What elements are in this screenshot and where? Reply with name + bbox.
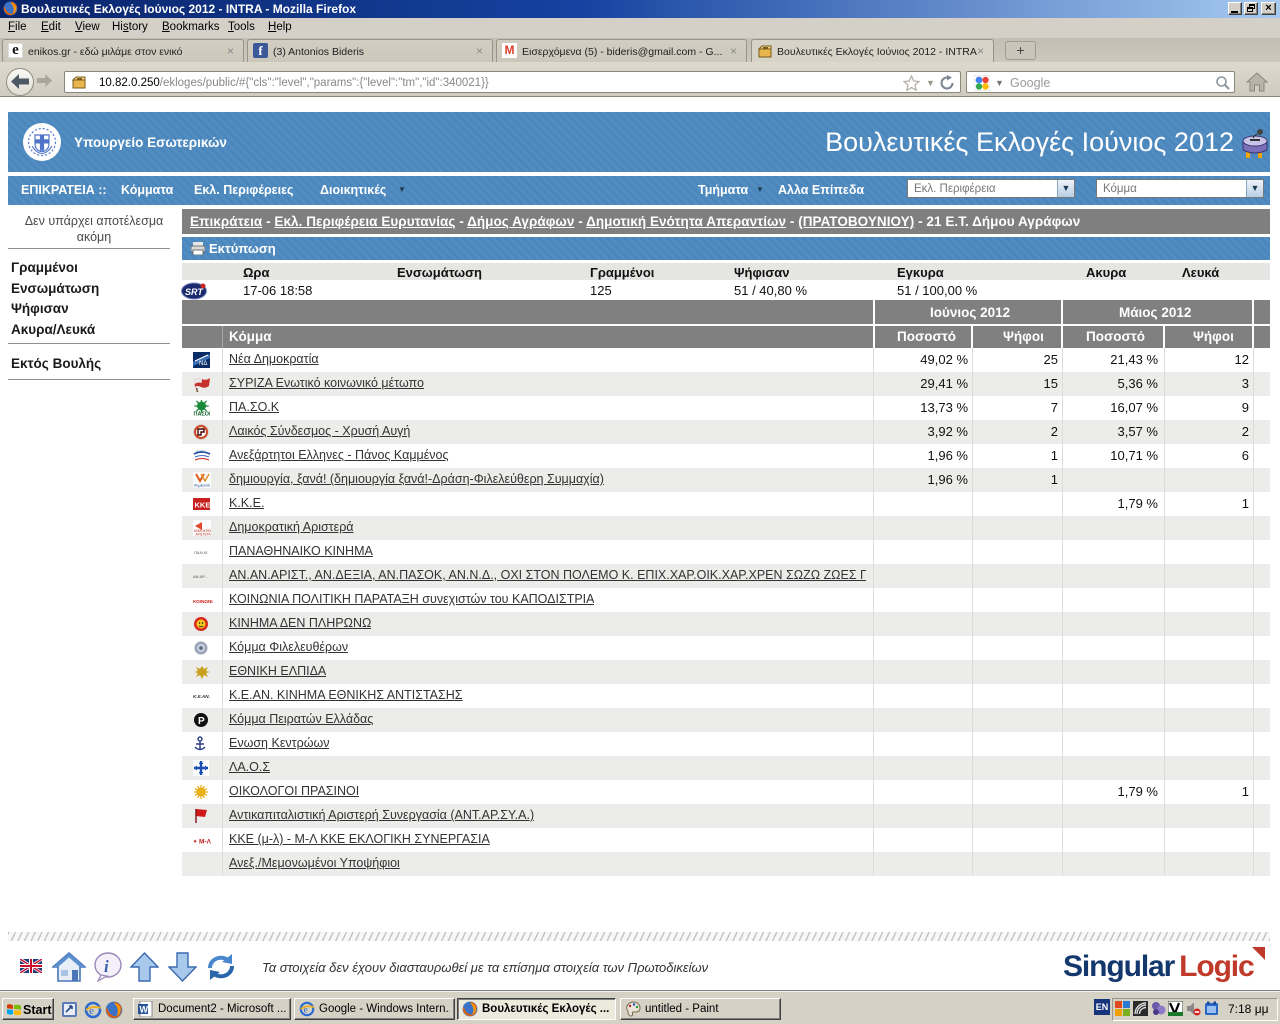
svg-text:Κ.Ε.ΑΝ.: Κ.Ε.ΑΝ. (193, 694, 210, 699)
svg-text:ΑΡΙΣΤΕΡΑ: ΑΡΙΣΤΕΡΑ (196, 533, 212, 537)
svg-text:ΑΝ ΔΡ...: ΑΝ ΔΡ... (193, 574, 208, 579)
svg-text:ΑΝΕΞ: ΑΝΕΞ (196, 450, 206, 454)
svg-text:KKE: KKE (195, 501, 211, 510)
svg-text:SRT: SRT (185, 287, 204, 297)
svg-text:ΚΟΙΝΩΝΙΑ: ΚΟΙΝΩΝΙΑ (193, 599, 213, 604)
svg-text:e: e (89, 1005, 94, 1017)
svg-text:Μ-Λ: Μ-Λ (199, 839, 212, 846)
svg-text:i: i (104, 957, 109, 976)
svg-text:δημξανά!: δημξανά! (194, 483, 210, 488)
svg-text:ΠΑΣΟΚ: ΠΑΣΟΚ (194, 412, 211, 417)
svg-text:ΠΑΝ.ΚΙ.: ΠΑΝ.ΚΙ. (194, 550, 208, 555)
svg-text:P: P (198, 716, 205, 727)
svg-text:W: W (140, 1005, 149, 1015)
svg-text:ΝΔ: ΝΔ (199, 361, 207, 367)
svg-text:✷: ✷ (193, 839, 197, 845)
svg-text:e: e (303, 1005, 307, 1016)
